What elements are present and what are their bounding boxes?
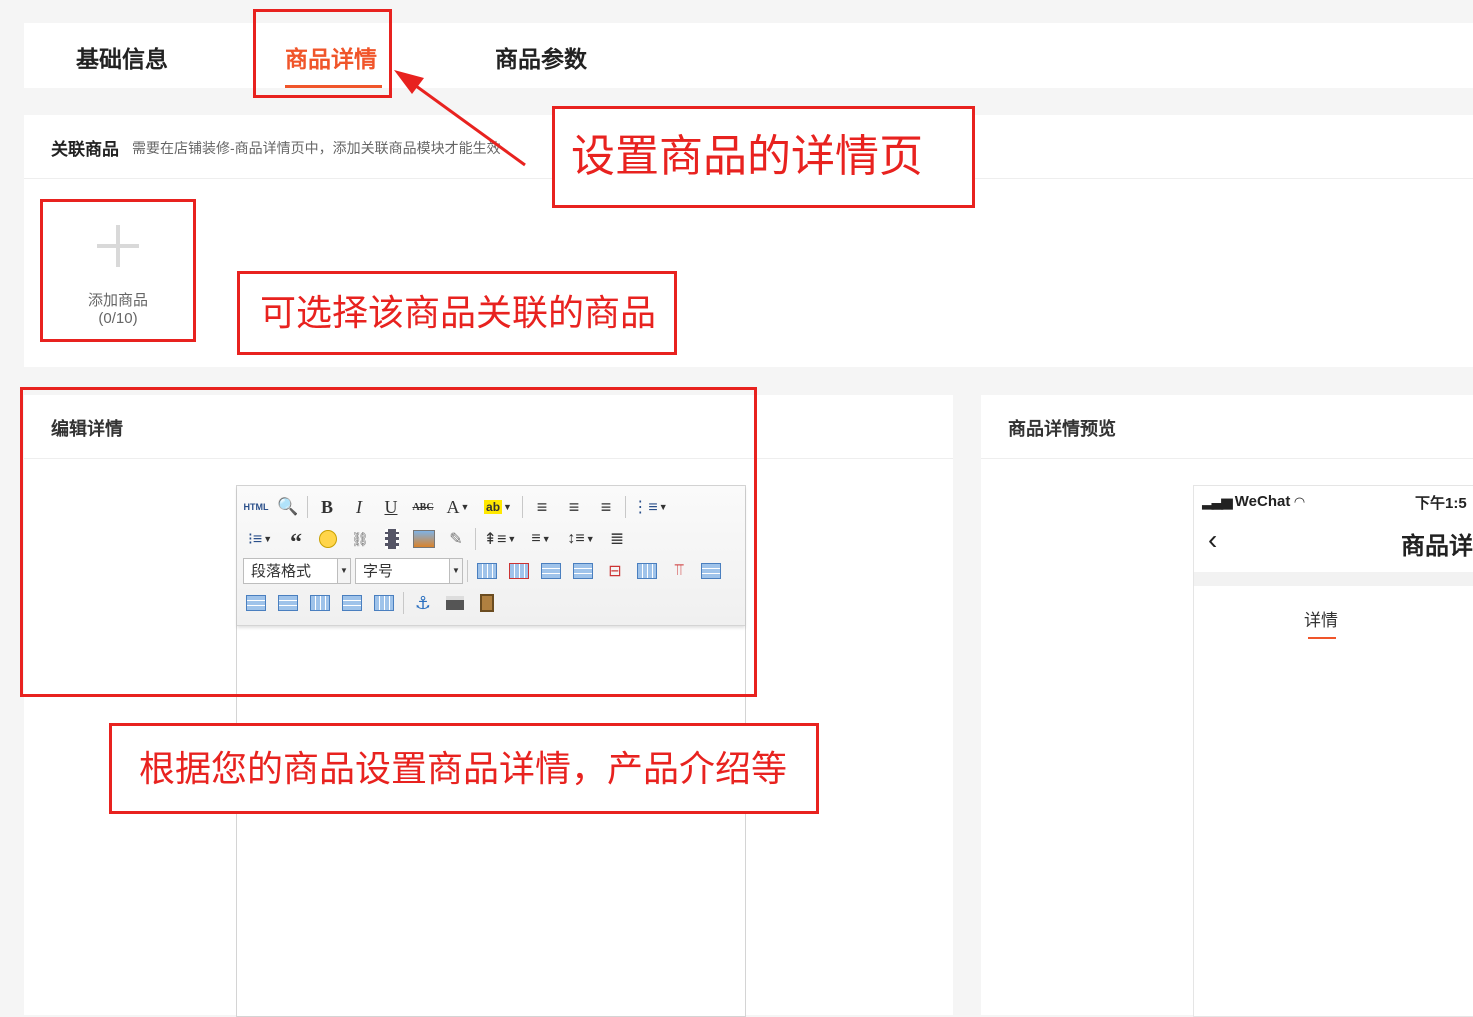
phone-time: 下午1:5 — [1415, 495, 1467, 512]
carrier-label: WeChat — [1234, 493, 1291, 510]
callout-detail-page: 设置商品的详情页 — [552, 106, 975, 208]
phone-preview: ▂▃▅ WeChat ◠ 下午1:5 ‹ 商品详 详情 — [1193, 485, 1473, 1017]
preview-header: 商品详情预览 — [981, 395, 1473, 459]
highlight-add-goods — [40, 199, 196, 342]
phone-divider-band — [1194, 572, 1473, 586]
signal-icon: ▂▃▅ — [1202, 493, 1233, 510]
callout-related-goods: 可选择该商品关联的商品 — [237, 271, 677, 355]
related-goods-title: 关联商品 — [51, 140, 119, 159]
highlight-editor — [20, 387, 757, 697]
arrow-line — [404, 76, 526, 167]
back-arrow-icon[interactable]: ‹ — [1208, 524, 1217, 556]
tabs-bar: 基础信息 商品详情 商品参数 — [24, 23, 1473, 88]
phone-tab-indicator — [1308, 637, 1336, 639]
highlight-goods-detail-tab — [253, 9, 392, 98]
preview-title: 商品详情预览 — [1008, 419, 1116, 439]
wifi-icon: ◠ — [1294, 494, 1305, 509]
tab-basic-info[interactable]: 基础信息 — [76, 23, 168, 88]
annotation-arrow — [394, 70, 526, 167]
phone-status-bar: ▂▃▅ WeChat ◠ — [1202, 492, 1305, 510]
arrow-head — [394, 70, 424, 94]
phone-tab-detail[interactable]: 详情 — [1304, 606, 1338, 631]
callout-set-details: 根据您的商品设置商品详情，产品介绍等 — [109, 723, 819, 814]
phone-page-title: 商品详 — [1401, 533, 1473, 560]
